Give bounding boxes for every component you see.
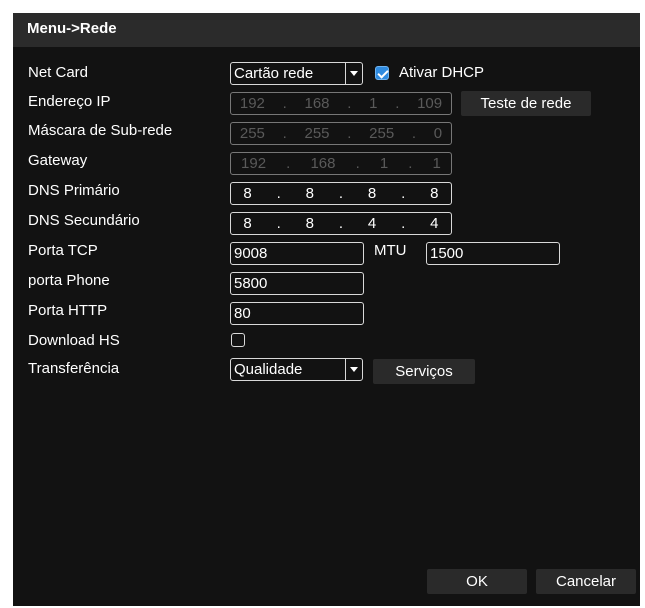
dns-primary-label: DNS Primário <box>28 182 120 199</box>
cancel-button[interactable]: Cancelar <box>536 569 636 594</box>
chevron-down-icon <box>345 63 362 84</box>
ip-address-field: 192. 168. 1. 109 <box>230 92 452 115</box>
phone-port-label: porta Phone <box>28 272 110 289</box>
net-card-label: Net Card <box>28 64 89 81</box>
subnet-mask-label: Máscara de Sub-rede <box>28 122 173 139</box>
services-button[interactable]: Serviços <box>373 359 475 384</box>
transfer-label: Transferência <box>28 360 120 377</box>
tcp-port-input[interactable]: 9008 <box>230 242 364 265</box>
subnet-mask-field: 255. 255. 255. 0 <box>230 122 452 145</box>
dns-primary-field[interactable]: 8. 8. 8. 8 <box>230 182 452 205</box>
ok-button[interactable]: OK <box>427 569 527 594</box>
phone-port-input[interactable]: 5800 <box>230 272 364 295</box>
window-title: Menu->Rede <box>27 20 117 37</box>
download-hs-checkbox[interactable] <box>231 333 245 347</box>
transfer-select[interactable]: Qualidade <box>230 358 363 381</box>
dhcp-label: Ativar DHCP <box>399 64 485 81</box>
net-card-select[interactable]: Cartão rede <box>230 62 363 85</box>
network-menu-window: Menu->Rede Net Card Endereço IP Máscara … <box>13 13 640 606</box>
gateway-field: 192. 168. 1. 1 <box>230 152 452 175</box>
title-bar: Menu->Rede <box>13 13 640 47</box>
dns-secondary-label: DNS Secundário <box>28 212 140 229</box>
gateway-label: Gateway <box>28 152 88 169</box>
test-network-button[interactable]: Teste de rede <box>461 91 591 116</box>
chevron-down-icon <box>345 359 362 380</box>
download-hs-label: Download HS <box>28 332 120 349</box>
transfer-value: Qualidade <box>234 361 303 378</box>
tcp-port-label: Porta TCP <box>28 242 98 259</box>
mtu-input[interactable]: 1500 <box>426 242 560 265</box>
dns-secondary-field[interactable]: 8. 8. 4. 4 <box>230 212 452 235</box>
http-port-input[interactable]: 80 <box>230 302 364 325</box>
http-port-label: Porta HTTP <box>28 302 108 319</box>
ip-address-label: Endereço IP <box>28 93 111 110</box>
dhcp-checkbox[interactable] <box>375 66 389 80</box>
net-card-value: Cartão rede <box>234 65 314 82</box>
mtu-label: MTU <box>374 242 407 259</box>
